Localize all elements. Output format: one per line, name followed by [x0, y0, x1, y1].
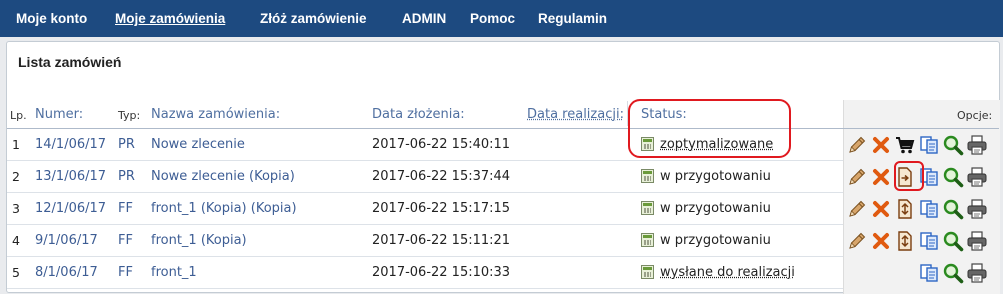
- row-name[interactable]: front_1 (Kopia) (Kopia): [151, 201, 297, 216]
- header-options: Opcje:: [957, 109, 993, 122]
- print-icon[interactable]: [966, 134, 988, 156]
- status-text: w przygotowaniu: [660, 168, 771, 184]
- row-name[interactable]: Nowe zlecenie (Kopia): [151, 169, 295, 184]
- order-document-icon[interactable]: [894, 230, 916, 252]
- table-row: 2 13/1/06/17 PR Nowe zlecenie (Kopia) 20…: [7, 161, 843, 193]
- top-navigation-bar: Moje konto Moje zamówienia Złóż zamówien…: [0, 0, 1003, 37]
- row-number[interactable]: 14/1/06/17: [35, 137, 106, 152]
- copy-icon[interactable]: [918, 262, 940, 284]
- nav-terms[interactable]: Regulamin: [538, 11, 607, 26]
- table-row: 3 12/1/06/17 FF front_1 (Kopia) (Kopia) …: [7, 193, 843, 225]
- row-created-date: 2017-06-22 15:11:21: [372, 233, 511, 248]
- row-status: w przygotowaniu: [641, 167, 771, 185]
- status-text: w przygotowaniu: [660, 232, 771, 248]
- nav-place-order[interactable]: Złóż zamówienie: [260, 11, 367, 26]
- delete-x-icon[interactable]: [870, 134, 892, 156]
- row-type: FF: [118, 201, 133, 216]
- preview-icon[interactable]: [942, 262, 964, 284]
- send-icon-annotation-outline: [894, 161, 924, 191]
- row-type: FF: [118, 233, 133, 248]
- row-lp: 4: [12, 233, 20, 248]
- status-annotation-outline: [628, 99, 791, 158]
- edit-pencil-icon[interactable]: [846, 198, 868, 220]
- row-type: PR: [118, 169, 135, 184]
- print-icon[interactable]: [966, 198, 988, 220]
- delete-x-icon[interactable]: [870, 198, 892, 220]
- edit-pencil-icon[interactable]: [846, 166, 868, 188]
- header-created-date[interactable]: Data złożenia:: [372, 107, 465, 122]
- header-lp: Lp.: [10, 109, 27, 122]
- nav-help[interactable]: Pomoc: [470, 11, 515, 26]
- status-icon: [641, 265, 654, 279]
- orders-panel: Lista zamówień Lp. Numer: Typ: Nazwa zam…: [6, 41, 1000, 294]
- status-icon: [641, 169, 654, 183]
- preview-icon[interactable]: [942, 230, 964, 252]
- row-type: FF: [118, 265, 133, 280]
- preview-icon[interactable]: [942, 198, 964, 220]
- preview-icon[interactable]: [942, 134, 964, 156]
- print-icon[interactable]: [966, 166, 988, 188]
- print-icon[interactable]: [966, 230, 988, 252]
- cart-icon[interactable]: [894, 134, 916, 156]
- copy-icon[interactable]: [918, 134, 940, 156]
- row-lp: 1: [12, 137, 20, 152]
- row-lp: 3: [12, 201, 20, 216]
- nav-my-orders[interactable]: Moje zamówienia: [115, 11, 225, 26]
- order-document-icon[interactable]: [894, 198, 916, 220]
- row-created-date: 2017-06-22 15:37:44: [372, 169, 511, 184]
- edit-pencil-icon[interactable]: [846, 230, 868, 252]
- preview-icon[interactable]: [942, 166, 964, 188]
- row-created-date: 2017-06-22 15:40:11: [372, 137, 511, 152]
- status-icon: [641, 201, 654, 215]
- header-realization-date[interactable]: Data realizacji:: [527, 107, 624, 122]
- row-name[interactable]: Nowe zlecenie: [151, 137, 245, 152]
- header-number[interactable]: Numer:: [35, 107, 83, 122]
- edit-pencil-icon[interactable]: [846, 134, 868, 156]
- print-icon[interactable]: [966, 262, 988, 284]
- row-number[interactable]: 13/1/06/17: [35, 169, 106, 184]
- row-lp: 2: [12, 169, 20, 184]
- nav-my-account[interactable]: Moje konto: [16, 11, 87, 26]
- row-number[interactable]: 9/1/06/17: [35, 233, 98, 248]
- header-name[interactable]: Nazwa zamówienia:: [151, 107, 280, 122]
- copy-icon[interactable]: [918, 230, 940, 252]
- row-created-date: 2017-06-22 15:10:33: [372, 265, 511, 280]
- row-created-date: 2017-06-22 15:17:15: [372, 201, 511, 216]
- header-type: Typ:: [118, 109, 141, 122]
- status-text[interactable]: wysłane do realizacji: [660, 265, 795, 280]
- table-row: 5 8/1/06/17 FF front_1 2017-06-22 15:10:…: [7, 257, 843, 289]
- delete-x-icon[interactable]: [870, 230, 892, 252]
- status-text: w przygotowaniu: [660, 200, 771, 216]
- row-number[interactable]: 12/1/06/17: [35, 201, 106, 216]
- row-number[interactable]: 8/1/06/17: [35, 265, 98, 280]
- panel-title: Lista zamówień: [18, 54, 122, 70]
- row-status: w przygotowaniu: [641, 199, 771, 217]
- row-status: w przygotowaniu: [641, 231, 771, 249]
- nav-admin[interactable]: ADMIN: [402, 11, 446, 26]
- row-name[interactable]: front_1 (Kopia): [151, 233, 247, 248]
- row-status: wysłane do realizacji: [641, 263, 795, 281]
- row-name[interactable]: front_1: [151, 265, 197, 280]
- row-lp: 5: [12, 265, 20, 280]
- delete-x-icon[interactable]: [870, 166, 892, 188]
- copy-icon[interactable]: [918, 198, 940, 220]
- status-icon: [641, 233, 654, 247]
- row-type: PR: [118, 137, 135, 152]
- table-row: 4 9/1/06/17 FF front_1 (Kopia) 2017-06-2…: [7, 225, 843, 257]
